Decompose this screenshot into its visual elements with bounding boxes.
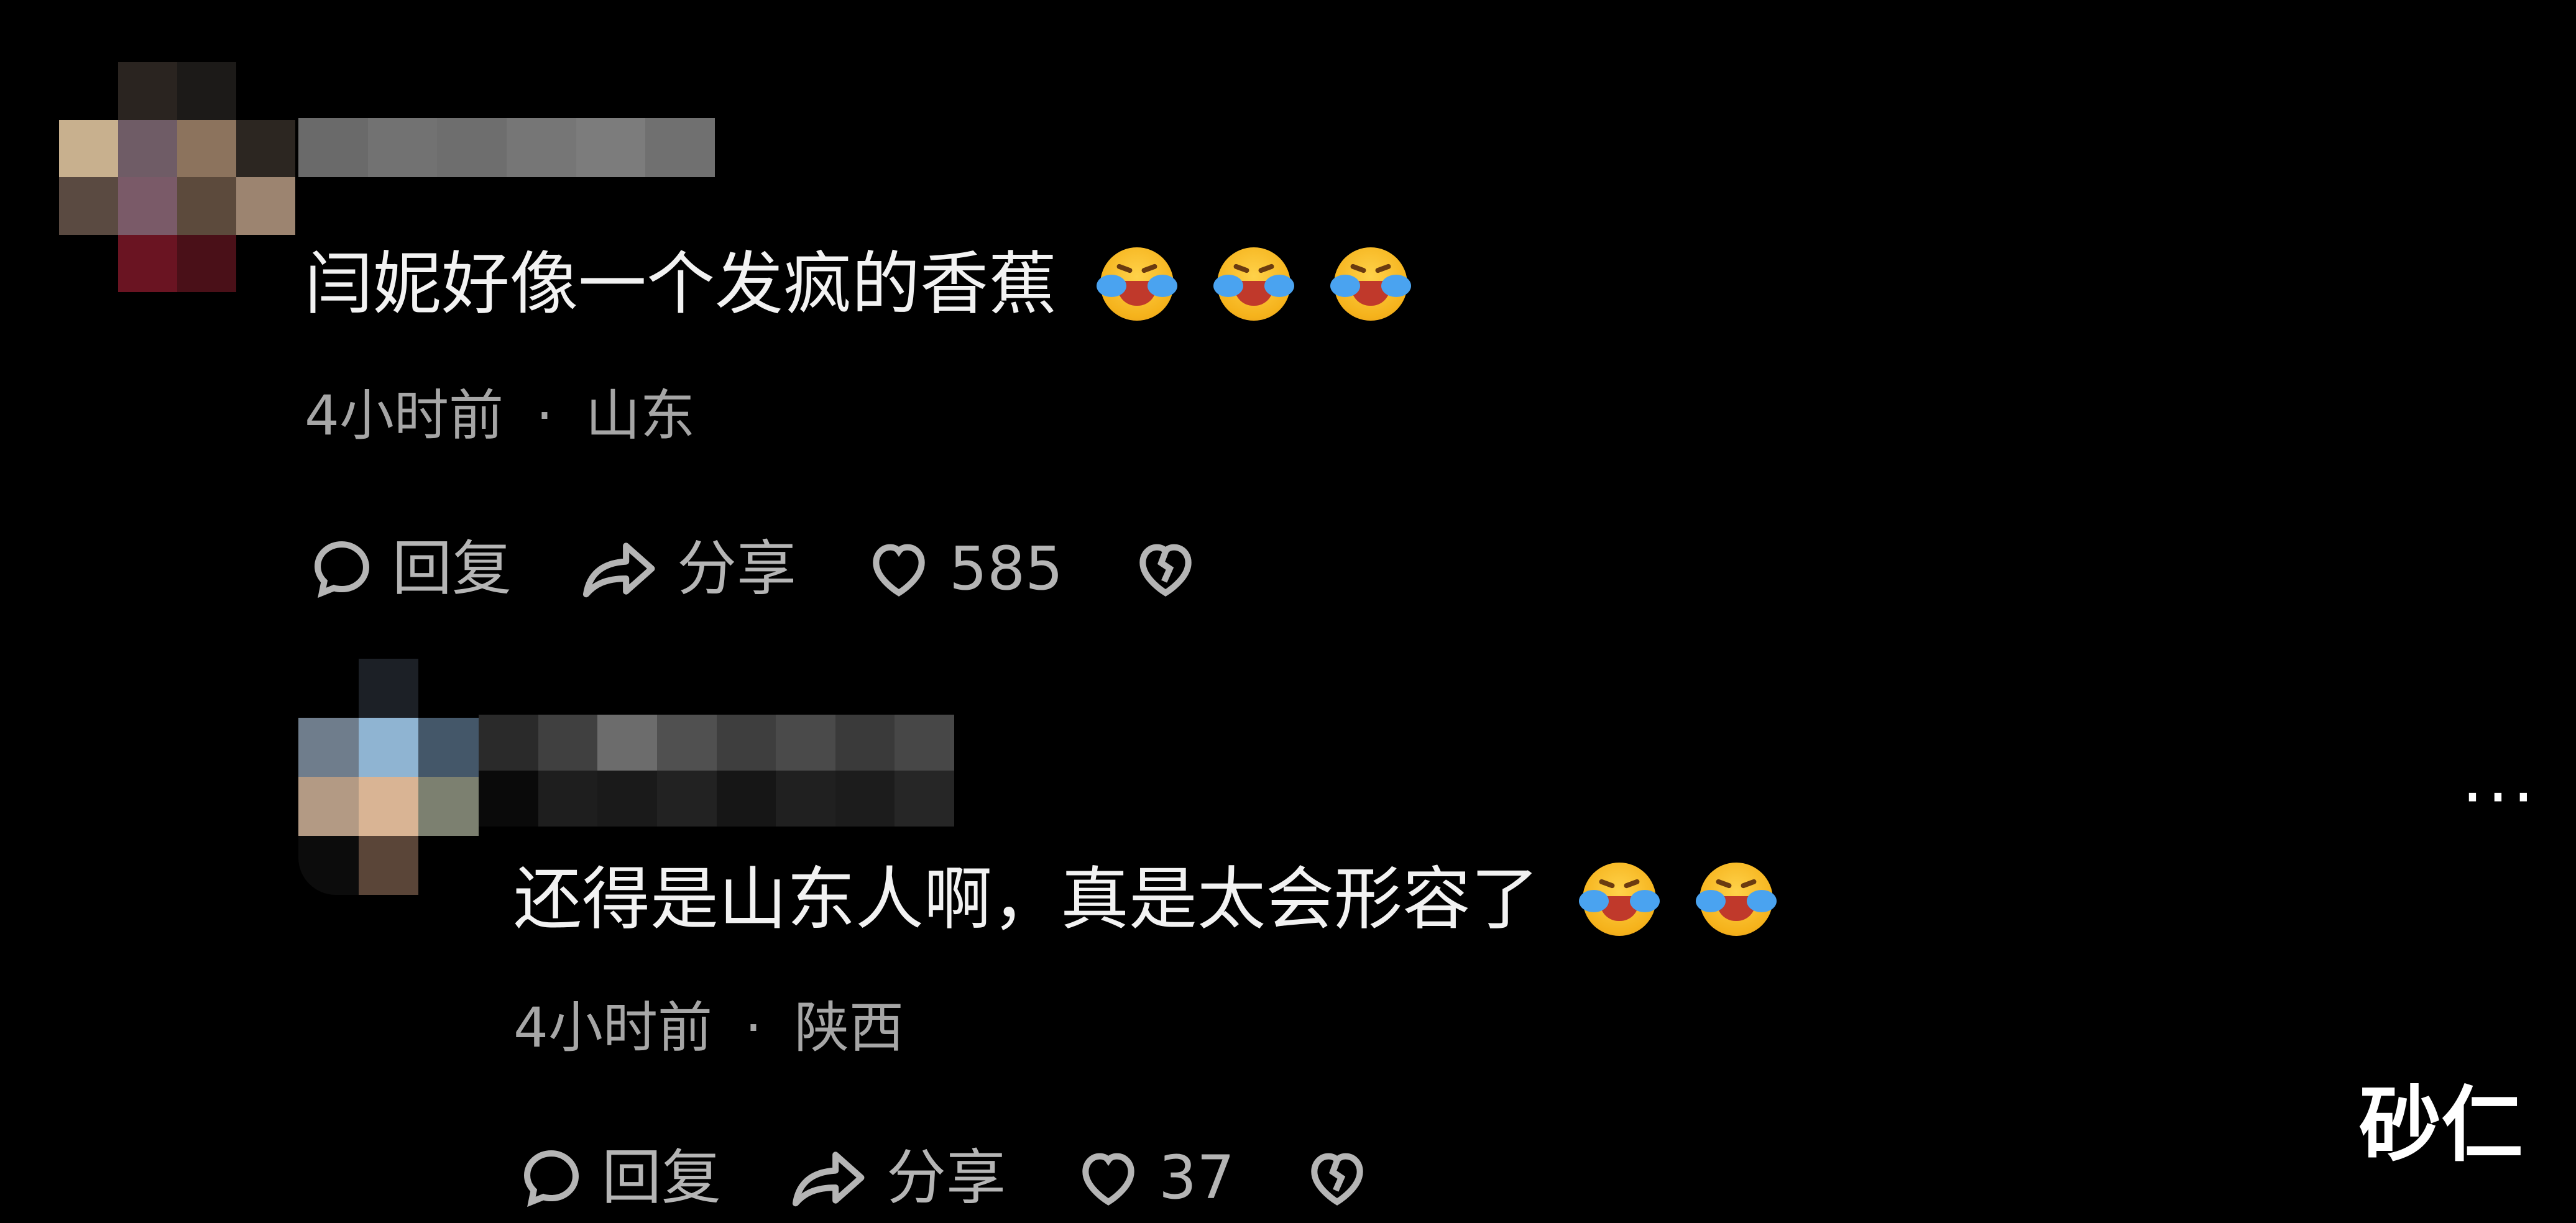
comment-meta: 4小时前 · 山东 bbox=[305, 388, 695, 443]
like-button[interactable]: 585 bbox=[865, 534, 1063, 603]
loudly-crying-face-icon bbox=[1330, 247, 1411, 321]
share-button[interactable]: 分享 bbox=[789, 1143, 1006, 1212]
broken-heart-icon bbox=[1311, 1153, 1363, 1206]
username-blurred[interactable] bbox=[479, 715, 954, 827]
location: 陕西 bbox=[794, 996, 904, 1060]
reply-label: 回复 bbox=[602, 1143, 721, 1212]
loudly-crying-face-icon bbox=[1696, 863, 1777, 936]
loudly-crying-face-icon bbox=[1579, 863, 1660, 936]
timestamp: 4小时前 bbox=[305, 383, 504, 447]
location: 山东 bbox=[585, 383, 695, 447]
reply-button[interactable]: 回复 bbox=[308, 534, 512, 603]
watermark: 砂仁 bbox=[2359, 1078, 2523, 1173]
comment-meta: 4小时前 · 陕西 bbox=[513, 1001, 904, 1055]
comment-text: 闫妮好像一个发疯的香蕉 bbox=[305, 244, 1411, 324]
comment-bubble-icon bbox=[523, 1150, 579, 1207]
share-label: 分享 bbox=[677, 534, 796, 603]
reply-button[interactable]: 回复 bbox=[517, 1143, 721, 1212]
comment-bubble-icon bbox=[314, 541, 370, 598]
share-arrow-icon bbox=[582, 543, 655, 598]
loudly-crying-face-icon bbox=[1097, 247, 1177, 321]
share-label: 分享 bbox=[886, 1143, 1006, 1212]
avatar[interactable] bbox=[59, 62, 295, 292]
like-count: 37 bbox=[1159, 1143, 1235, 1212]
loudly-crying-face-icon bbox=[1213, 247, 1294, 321]
reply-label: 回复 bbox=[392, 534, 512, 603]
username-blurred[interactable] bbox=[298, 118, 715, 177]
comment-actions: 回复 分享 585 bbox=[308, 534, 1268, 603]
dislike-button[interactable] bbox=[1303, 1143, 1371, 1212]
like-count: 585 bbox=[949, 534, 1064, 603]
heart-icon bbox=[873, 544, 925, 597]
meta-separator: · bbox=[744, 996, 762, 1060]
share-arrow-icon bbox=[792, 1152, 865, 1207]
timestamp: 4小时前 bbox=[513, 996, 712, 1060]
comment-actions: 回复 分享 37 bbox=[517, 1143, 1440, 1212]
broken-heart-icon bbox=[1139, 544, 1192, 597]
more-options-button[interactable]: ··· bbox=[2462, 763, 2538, 831]
meta-separator: · bbox=[535, 383, 553, 447]
comment-body: 还得是山东人啊，真是太会形容了 bbox=[513, 859, 1539, 939]
dislike-button[interactable] bbox=[1131, 534, 1200, 603]
comment-body: 闫妮好像一个发疯的香蕉 bbox=[305, 244, 1057, 324]
avatar[interactable] bbox=[298, 659, 479, 895]
heart-icon bbox=[1082, 1153, 1134, 1206]
like-button[interactable]: 37 bbox=[1074, 1143, 1235, 1212]
share-button[interactable]: 分享 bbox=[580, 534, 796, 603]
comment-text: 还得是山东人啊，真是太会形容了 bbox=[513, 859, 1777, 939]
